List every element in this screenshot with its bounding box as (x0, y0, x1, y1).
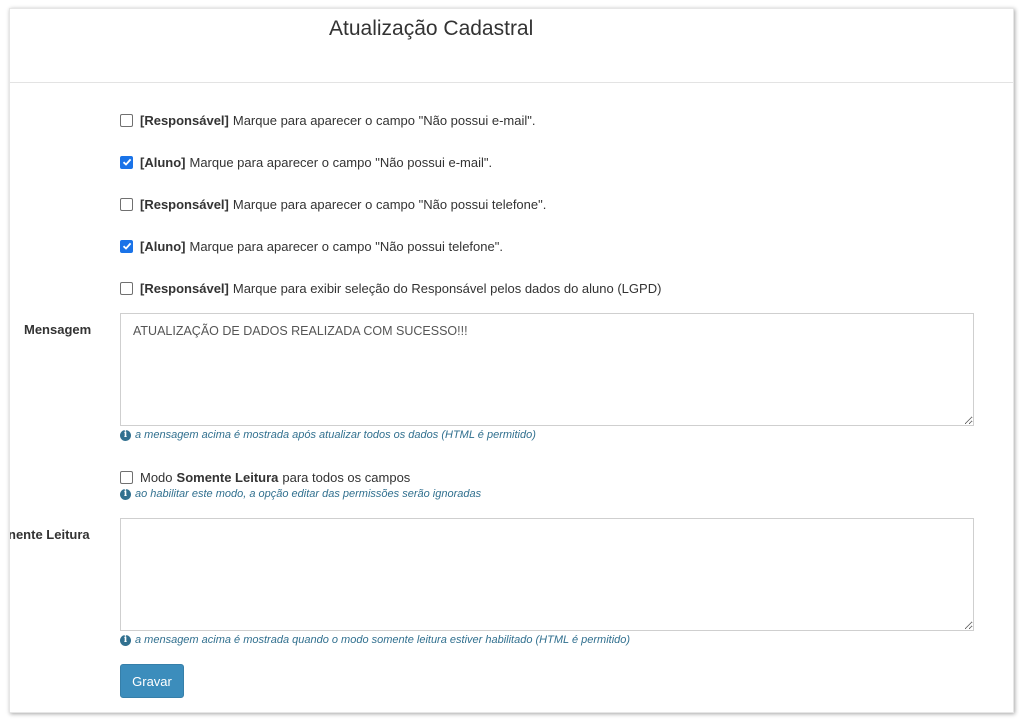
info-icon: i (120, 634, 131, 646)
readonly-bold: Somente Leitura (176, 469, 279, 485)
option-text: Marque para aparecer o campo "Não possui… (189, 154, 493, 170)
page-title: Atualização Cadastral (329, 17, 534, 40)
check-icon (122, 158, 131, 166)
option-responsavel-lgpd[interactable]: [Responsável] Marque para exibir seleção… (120, 279, 661, 297)
checkbox[interactable] (120, 155, 133, 169)
readonly-prefix: Modo (140, 469, 173, 485)
option-text: Marque para aparecer o campo "Não possui… (232, 112, 536, 128)
help-text: ao habilitar este modo, a opção editar d… (135, 488, 482, 500)
settings-panel: Atualização Cadastral [Responsável] Marq… (9, 8, 1014, 713)
option-tag: [Responsável] (140, 112, 229, 128)
mensagem-label: Mensagem (24, 322, 92, 337)
option-aluno-telefone[interactable]: [Aluno] Marque para aparecer o campo "Nã… (120, 237, 503, 255)
readonly-message-textarea[interactable] (120, 518, 974, 631)
mensagem-textarea[interactable]: ATUALIZAÇÃO DE DADOS REALIZADA COM SUCES… (120, 313, 974, 426)
panel-header: Atualização Cadastral (10, 9, 1013, 83)
checkbox[interactable] (120, 281, 133, 295)
readonly-mode-help: i ao habilitar este modo, a opção editar… (120, 488, 481, 500)
option-responsavel-email[interactable]: [Responsável] Marque para aparecer o cam… (120, 111, 535, 129)
checkbox[interactable] (120, 113, 133, 127)
info-icon: i (120, 429, 131, 441)
option-tag: [Aluno] (140, 154, 186, 170)
save-button[interactable]: Gravar (120, 664, 184, 698)
option-responsavel-telefone[interactable]: [Responsável] Marque para aparecer o cam… (120, 195, 546, 213)
help-text: a mensagem acima é mostrada após atualiz… (135, 429, 536, 441)
option-tag: [Responsável] (140, 196, 229, 212)
checkbox[interactable] (120, 470, 133, 484)
option-aluno-email[interactable]: [Aluno] Marque para aparecer o campo "Nã… (120, 153, 492, 171)
readonly-message-label: nente Leitura (9, 527, 90, 542)
info-icon: i (120, 488, 131, 500)
check-icon (122, 242, 131, 250)
readonly-suffix: para todos os campos (282, 469, 411, 485)
help-text: a mensagem acima é mostrada quando o mod… (135, 634, 631, 646)
mensagem-help: i a mensagem acima é mostrada após atual… (120, 429, 536, 441)
readonly-mode-option[interactable]: Modo Somente Leitura para todos os campo… (120, 468, 410, 486)
checkbox[interactable] (120, 239, 133, 253)
readonly-message-help: i a mensagem acima é mostrada quando o m… (120, 634, 630, 646)
option-tag: [Aluno] (140, 238, 186, 254)
option-text: Marque para exibir seleção do Responsáve… (232, 280, 662, 296)
checkbox[interactable] (120, 197, 133, 211)
option-text: Marque para aparecer o campo "Não possui… (189, 238, 503, 254)
option-tag: [Responsável] (140, 280, 229, 296)
option-text: Marque para aparecer o campo "Não possui… (232, 196, 547, 212)
